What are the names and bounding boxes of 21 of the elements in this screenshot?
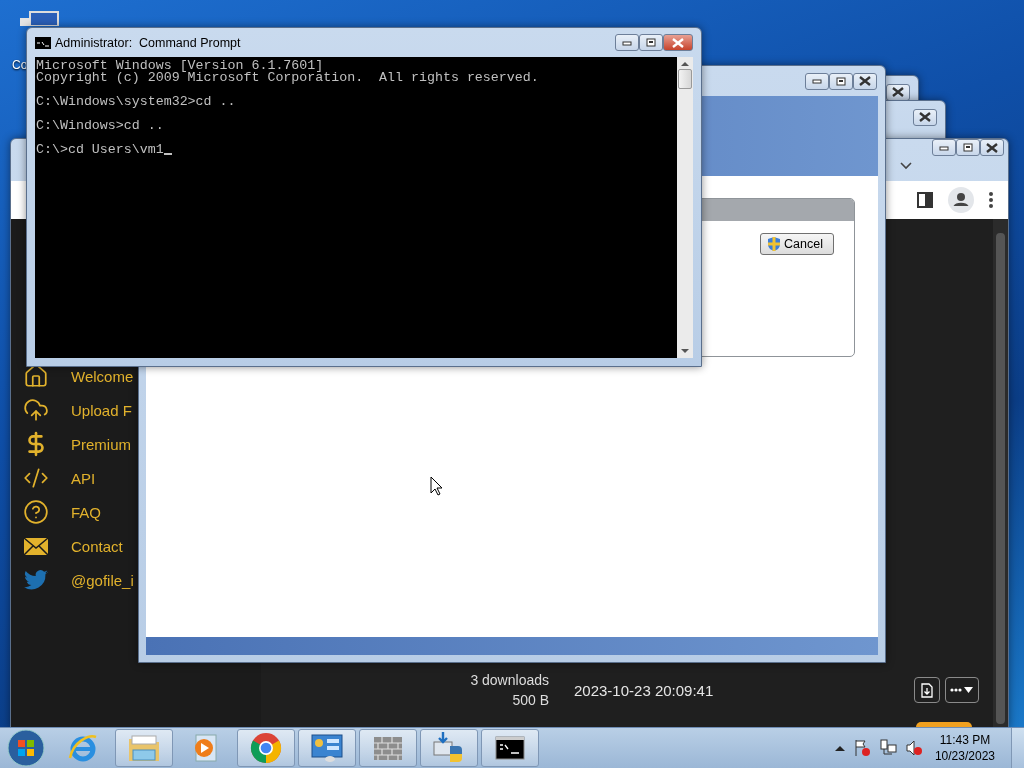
clock[interactable]: 11:43 PM 10/23/2023 (934, 732, 995, 764)
console-line: Microsoft Windows [Version 6.1.7601] (36, 60, 324, 72)
sidebar-link[interactable]: FAQ (71, 503, 101, 521)
sidebar-link[interactable]: API (71, 469, 96, 487)
cancel-button[interactable]: Cancel (760, 233, 834, 255)
download-count: 3 downloads (470, 672, 549, 688)
sidebar-link[interactable]: Welcome (71, 367, 134, 385)
sidebar-link[interactable]: Premium (71, 435, 131, 453)
console-line: C:\Windows\system32>cd .. (36, 96, 236, 108)
console-line: C:\>cd Users\vm1 (36, 144, 164, 156)
sidebar-link[interactable]: Upload F (71, 401, 132, 419)
window-title: Administrator: Command Prompt (55, 35, 241, 50)
file-size: 500 B (512, 692, 549, 708)
console-line: Copyright (c) 2009 Microsoft Corporation. All rights reserved. (36, 72, 539, 84)
desktop-icon-label[interactable]: Co (12, 58, 28, 72)
sidebar-link[interactable]: @gofile_i (71, 571, 134, 589)
clock-date: 10/23/2023 (934, 748, 995, 764)
console-line: C:\Windows>cd .. (36, 120, 164, 132)
clock-time: 11:43 PM (939, 732, 991, 748)
sidebar-link[interactable]: Contact (71, 537, 123, 555)
upload-date: 2023-10-23 20:09:41 (574, 681, 714, 699)
